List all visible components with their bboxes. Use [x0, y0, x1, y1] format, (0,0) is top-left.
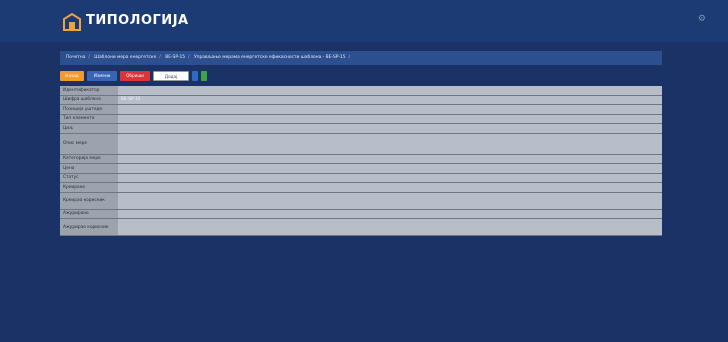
breadcrumb-home[interactable]: Почетна [66, 55, 85, 60]
field-value [118, 123, 662, 134]
field-value [118, 133, 662, 155]
table-row: Циљ [60, 123, 662, 134]
field-value [118, 163, 662, 174]
field-label: Креирао корисник [60, 192, 118, 210]
field-value [118, 192, 662, 210]
table-row: Цена [60, 163, 662, 174]
field-label: Ажурирао корисник [60, 218, 118, 236]
table-row: Статус [60, 173, 662, 183]
table-row: Опис мере [60, 133, 662, 155]
breadcrumb-template[interactable]: BE-SP-15 [165, 55, 185, 60]
detail-table: Идентификатор Шифра шаблона BE-SP-15 Пози… [60, 86, 662, 236]
field-label: Категорија мере [60, 154, 118, 164]
field-value: BE-SP-15 [118, 95, 662, 105]
table-row: Ажурирано [60, 209, 662, 219]
table-row: Креирао корисник [60, 192, 662, 210]
field-label: Шифра шаблона [60, 95, 118, 105]
field-label: Циљ [60, 123, 118, 134]
field-label: Статус [60, 173, 118, 183]
breadcrumb-manage[interactable]: Управљање мерама енергетске ефикасности … [194, 55, 346, 60]
table-row: Категорија мере [60, 154, 662, 164]
field-value [118, 218, 662, 236]
delete-button[interactable]: Обриши [120, 71, 150, 81]
edit-button[interactable]: Измени [87, 71, 117, 81]
field-label: Тип елемента [60, 114, 118, 124]
field-value [118, 182, 662, 193]
field-label: Идентификатор [60, 86, 118, 96]
field-label: Цена [60, 163, 118, 174]
field-label: Опис мере [60, 133, 118, 155]
check-icon[interactable] [201, 71, 207, 81]
back-button[interactable]: Назад [60, 71, 84, 81]
field-label: Ажурирано [60, 209, 118, 219]
building-logo-icon [63, 12, 81, 31]
table-row: Позиција уштеде [60, 104, 662, 115]
table-row: Идентификатор [60, 86, 662, 96]
table-row: Креирано [60, 182, 662, 193]
field-value [118, 104, 662, 115]
breadcrumb: Почетна / Шаблони мера енергетске / BE-SP-… [60, 51, 662, 65]
box-icon[interactable] [192, 71, 198, 81]
field-value [118, 173, 662, 183]
field-label: Позиција уштеде [60, 104, 118, 115]
table-row: Ажурирао корисник [60, 218, 662, 236]
breadcrumb-templates[interactable]: Шаблони мера енергетске [94, 55, 156, 60]
field-label: Креирано [60, 182, 118, 193]
toolbar: Назад Измени Обриши Додај акцију [60, 70, 207, 89]
app-title: ТИПОЛОГИЈА [86, 13, 189, 28]
gear-icon[interactable]: ⚙ [698, 14, 706, 24]
field-value [118, 86, 662, 96]
table-row: Шифра шаблона BE-SP-15 [60, 95, 662, 105]
field-value [118, 114, 662, 124]
add-action-button[interactable]: Додај акцију [153, 71, 189, 89]
app-header: ТИПОЛОГИЈА ⚙ [0, 0, 728, 42]
field-value [118, 154, 662, 164]
field-value [118, 209, 662, 219]
table-row: Тип елемента [60, 114, 662, 124]
